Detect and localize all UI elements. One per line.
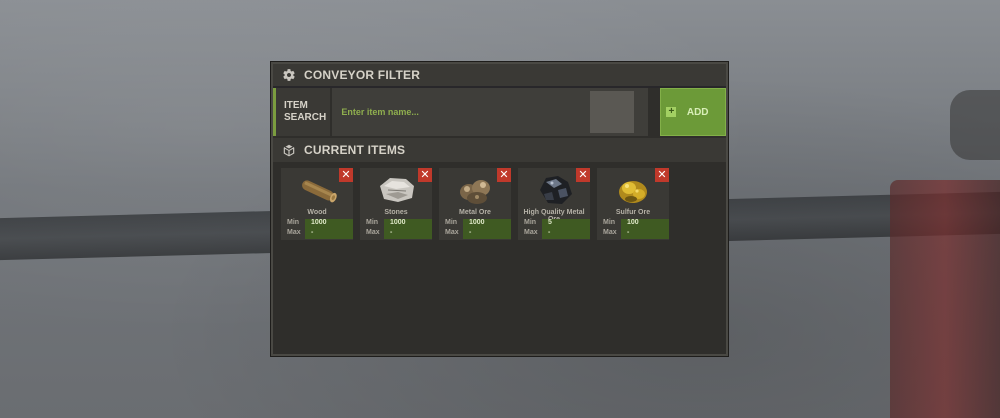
conveyor-filter-panel: CONVEYOR FILTER ITEM SEARCH + ADD CURREN…: [271, 62, 728, 356]
item-name: Stones: [384, 209, 408, 216]
min-value-field[interactable]: 1000: [305, 219, 353, 229]
item-min-row: Min 1000: [281, 219, 353, 229]
item-search-input[interactable]: [341, 107, 582, 117]
max-label: Max: [597, 229, 621, 239]
item-max-row: Max -: [439, 229, 511, 239]
max-value-field[interactable]: -: [463, 229, 511, 239]
plus-icon: +: [666, 107, 677, 117]
remove-item-button[interactable]: ✕: [655, 168, 669, 182]
item-max-row: Max -: [281, 229, 353, 239]
max-label: Max: [439, 229, 463, 239]
max-value-field[interactable]: -: [305, 229, 353, 239]
item-card-stones[interactable]: ✕ Stones Min 1000 Max -: [360, 168, 432, 240]
item-max-row: Max -: [360, 229, 432, 239]
min-label: Min: [518, 219, 542, 229]
search-result-preview: [590, 91, 635, 133]
item-card-wood[interactable]: ✕ Wood Min 1000 Max -: [281, 168, 353, 240]
item-max-row: Max -: [518, 229, 590, 239]
item-min-row: Min 1000: [360, 219, 432, 229]
min-label: Min: [597, 219, 621, 229]
item-name: Metal Ore: [459, 209, 491, 216]
background-machine-top: [950, 90, 1000, 160]
max-label: Max: [360, 229, 384, 239]
panel-header: CONVEYOR FILTER: [273, 64, 726, 88]
item-search-label-line1: ITEM: [284, 100, 308, 111]
remove-item-button[interactable]: ✕: [418, 168, 432, 182]
item-search-label-line2: SEARCH: [284, 112, 327, 123]
item-min-row: Min 5: [518, 219, 590, 229]
add-button[interactable]: + ADD: [660, 88, 726, 136]
min-label: Min: [281, 219, 305, 229]
remove-item-button[interactable]: ✕: [576, 168, 590, 182]
metal-ore-icon: [460, 180, 490, 204]
search-input-container: [332, 88, 649, 136]
item-card-hq-metal-ore[interactable]: ✕ High Quality Metal Ore Min 5 Max -: [518, 168, 590, 240]
sulfur-ore-icon: [619, 181, 647, 203]
items-grid: ✕ Wood Min 1000 Max - ✕ Stones Min 1000 …: [273, 162, 726, 246]
background-machine: [890, 180, 1000, 418]
item-search-label: ITEM SEARCH: [273, 88, 331, 136]
max-label: Max: [281, 229, 305, 239]
item-card-sulfur-ore[interactable]: ✕ Sulfur Ore Min 100 Max -: [597, 168, 669, 240]
hq-metal-ore-icon: [540, 176, 572, 204]
item-min-row: Min 1000: [439, 219, 511, 229]
stones-icon: [380, 178, 414, 202]
wood-icon: [302, 180, 337, 203]
remove-item-button[interactable]: ✕: [339, 168, 353, 182]
max-value-field[interactable]: -: [542, 229, 590, 239]
min-value-field[interactable]: 1000: [463, 219, 511, 229]
max-value-field[interactable]: -: [384, 229, 432, 239]
min-value-field[interactable]: 1000: [384, 219, 432, 229]
box-icon: [282, 143, 296, 157]
item-name: Wood: [307, 209, 327, 216]
min-value-field[interactable]: 5: [542, 219, 590, 229]
max-label: Max: [518, 229, 542, 239]
add-button-label: ADD: [686, 106, 709, 118]
item-max-row: Max -: [597, 229, 669, 239]
current-items-title: CURRENT ITEMS: [304, 143, 406, 157]
min-label: Min: [439, 219, 463, 229]
item-name: Sulfur Ore: [615, 209, 651, 216]
panel-title: CONVEYOR FILTER: [304, 68, 421, 82]
min-label: Min: [360, 219, 384, 229]
item-search-row: ITEM SEARCH + ADD: [273, 88, 726, 136]
max-value-field[interactable]: -: [621, 229, 669, 239]
min-value-field[interactable]: 100: [621, 219, 669, 229]
item-min-row: Min 100: [597, 219, 669, 229]
gear-icon: [282, 68, 296, 82]
remove-item-button[interactable]: ✕: [497, 168, 511, 182]
current-items-header: CURRENT ITEMS: [273, 138, 726, 162]
item-card-metal-ore[interactable]: ✕ Metal Ore Min 1000 Max -: [439, 168, 511, 240]
